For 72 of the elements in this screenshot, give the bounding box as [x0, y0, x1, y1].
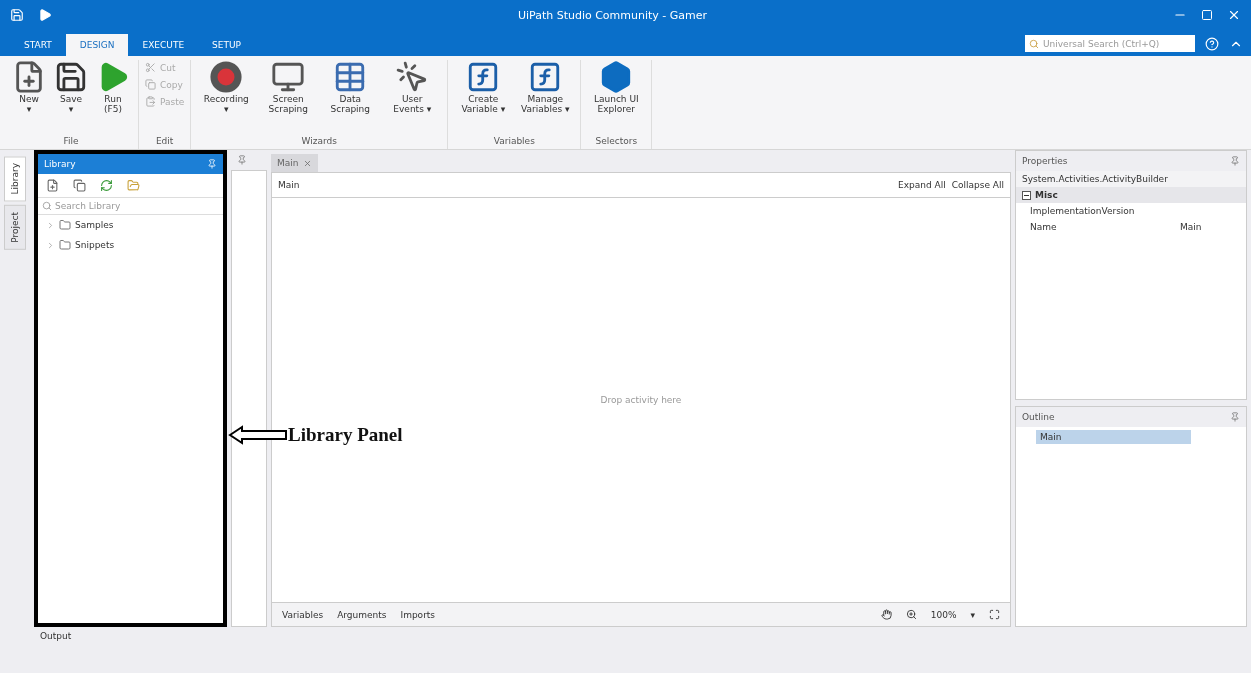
header-link[interactable]: Expand All — [898, 180, 946, 190]
side-tab[interactable]: Project — [4, 205, 26, 251]
footer-tab[interactable]: Variables — [282, 609, 324, 620]
close-icon[interactable] — [302, 158, 312, 168]
collapse-icon[interactable] — [1022, 190, 1031, 200]
tree-item[interactable]: Samples — [38, 215, 223, 235]
zoom-icon[interactable] — [905, 609, 917, 620]
ribbon-tab[interactable]: EXECUTE — [128, 34, 199, 56]
property-name: Name — [1030, 222, 1058, 232]
panel-title: Properties — [1022, 156, 1068, 166]
scissors-icon — [145, 62, 156, 73]
tree-item[interactable]: Snippets — [38, 235, 223, 255]
close-icon[interactable] — [1227, 8, 1241, 22]
new-file-icon[interactable] — [46, 179, 59, 192]
zoom-value[interactable]: 100% — [930, 609, 957, 620]
property-name: ImplementationVersion — [1030, 206, 1136, 216]
hand-icon[interactable] — [880, 609, 892, 620]
header-link[interactable]: Collapse All — [951, 180, 1004, 190]
fit-icon[interactable] — [989, 609, 1000, 620]
group-label: Variables — [492, 136, 536, 148]
ribbon-button[interactable]: Run (F5) — [94, 60, 132, 136]
document-tab[interactable]: Main — [271, 154, 318, 172]
help-icon[interactable] — [1205, 37, 1219, 51]
window-title: UiPath Studio Community - Gamer — [516, 8, 709, 22]
ribbon-tab[interactable]: START — [10, 34, 66, 56]
folder-icon — [59, 239, 71, 251]
search-placeholder: Universal Search (Ctrl+Q) — [1043, 38, 1160, 49]
ribbon-button[interactable]: Recording ▾ — [197, 60, 256, 136]
footer-tab[interactable]: Arguments — [337, 609, 387, 620]
copy-icon — [145, 79, 156, 90]
category-label: Misc — [1035, 190, 1058, 200]
footer-tab[interactable]: Imports — [400, 609, 436, 620]
monitor-icon — [271, 60, 306, 94]
ribbon-button[interactable]: Save ▾ — [52, 60, 90, 136]
play-icon[interactable] — [38, 8, 52, 22]
maximize-icon[interactable] — [1201, 9, 1213, 21]
pin-icon[interactable] — [207, 159, 217, 169]
ribbon-button[interactable]: Data Scraping — [321, 60, 380, 136]
annotation-label: Library Panel — [288, 424, 403, 446]
group-label: Wizards — [300, 136, 338, 148]
paste-icon — [145, 96, 156, 107]
panel-title: Library — [44, 159, 76, 169]
zoom-menu[interactable]: ▾ — [970, 609, 975, 620]
type-name: System.Activities.ActivityBuilder — [1016, 171, 1246, 187]
ribbon-tab[interactable]: SETUP — [198, 34, 255, 56]
group-label: Edit — [154, 136, 175, 148]
outline-item[interactable]: Main — [1036, 430, 1191, 444]
ribbon-button[interactable]: Create Variable ▾ — [454, 60, 513, 136]
record-icon — [209, 60, 244, 94]
drop-hint: Drop activity here — [600, 395, 682, 405]
category-row[interactable]: Misc — [1016, 187, 1246, 203]
folder-icon — [59, 219, 71, 231]
panel-title: Outline — [1022, 412, 1055, 422]
ribbon-button[interactable]: New ▾ — [10, 60, 48, 136]
property-value[interactable]: Main — [1180, 222, 1240, 232]
output-tab[interactable]: Output — [40, 631, 72, 641]
ribbon-button[interactable]: Manage Variables ▾ — [516, 60, 575, 136]
copy-icon[interactable] — [73, 179, 86, 192]
ribbon-button[interactable]: Screen Scraping — [259, 60, 318, 136]
ribbon-button[interactable]: User Events ▾ — [383, 60, 442, 136]
ribbon-tab[interactable]: DESIGN — [65, 34, 129, 56]
group-label: Selectors — [594, 136, 639, 148]
search-icon — [1029, 38, 1039, 49]
ribbon-button[interactable]: Launch UI Explorer — [587, 60, 646, 136]
refresh-icon[interactable] — [100, 179, 113, 192]
search-icon — [42, 201, 52, 211]
side-tab[interactable]: Library — [4, 156, 26, 202]
save-icon[interactable] — [10, 8, 24, 22]
save-icon — [54, 60, 88, 94]
group-label: File — [62, 136, 80, 148]
breadcrumb[interactable]: Main — [278, 180, 893, 190]
search-placeholder: Search Library — [55, 201, 121, 211]
